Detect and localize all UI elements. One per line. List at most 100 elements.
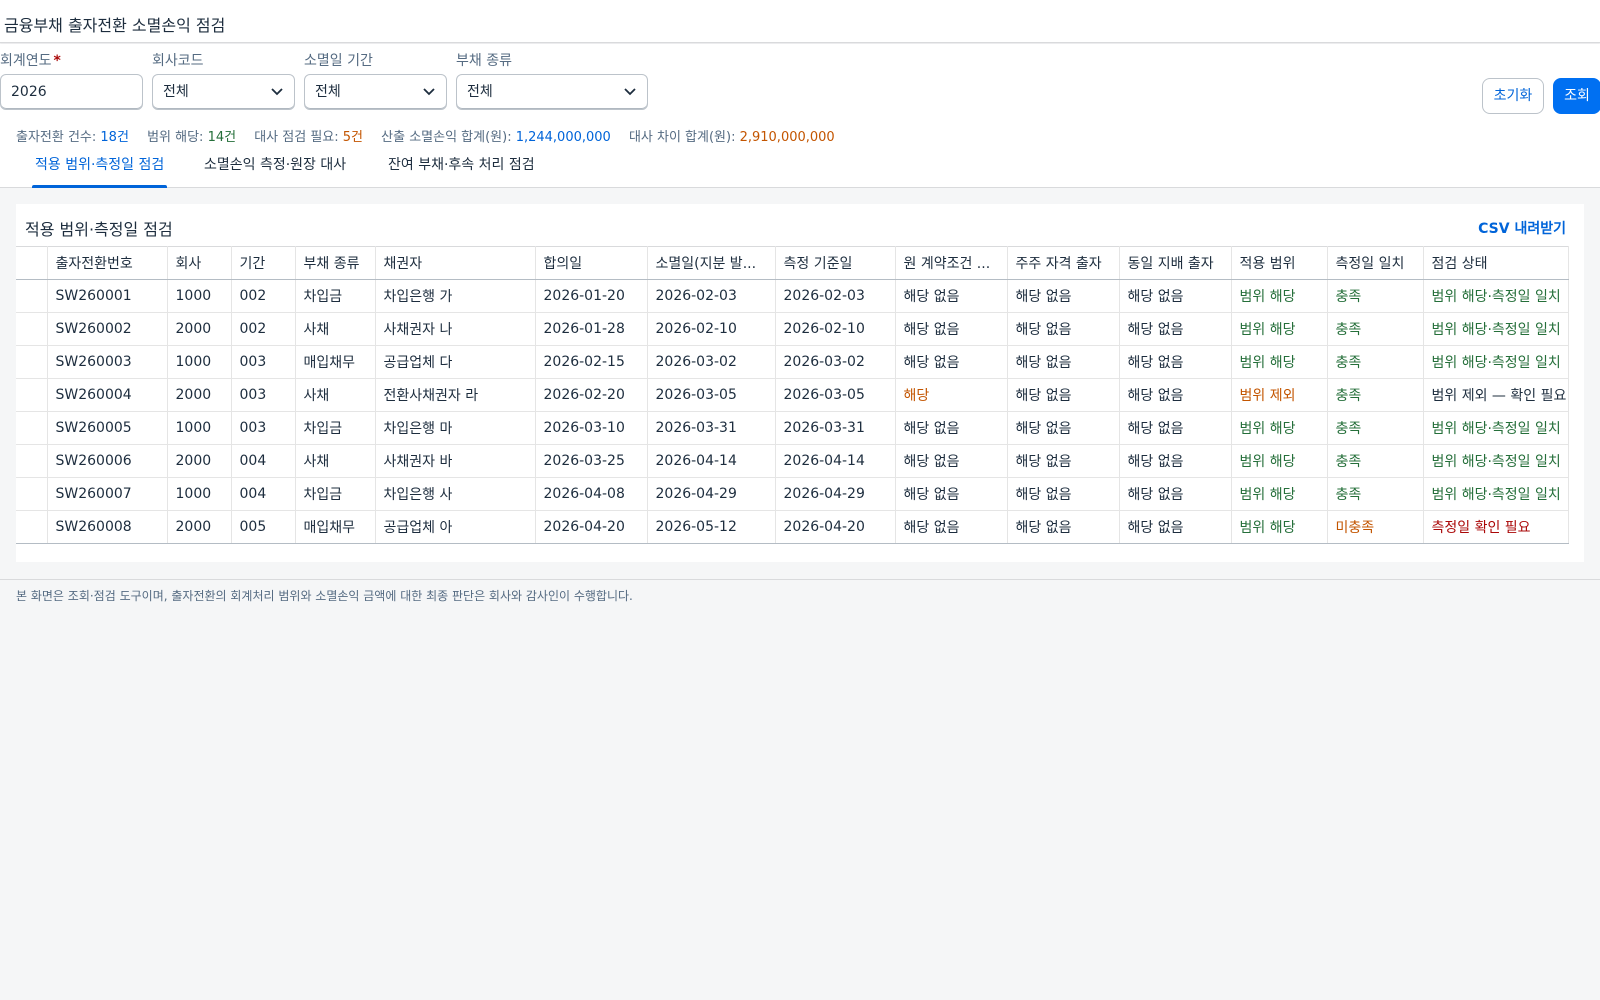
table-row[interactable]: SW260003 1000 003 매입채무 공급업체 다 2026-02-15 2026-… (16, 345, 1569, 379)
row-selector[interactable] (16, 444, 48, 478)
select-value: 전체 (467, 84, 493, 100)
tab-residual-liability[interactable]: 잔여 부채·후속 처리 점검 (385, 144, 538, 188)
column-header-scope[interactable]: 적용 범위 (1231, 246, 1328, 280)
cell-original-terms: 해당 없음 (895, 312, 1008, 346)
reset-button[interactable]: 초기화 (1482, 78, 1544, 114)
column-header-creditor[interactable]: 채권자 (375, 246, 536, 280)
cell-agreement-date: 2026-01-20 (535, 279, 648, 313)
column-header-extinguish-date[interactable]: 소멸일(지분 발... (647, 246, 776, 280)
liability-type-select[interactable]: 전체 (456, 74, 648, 110)
filter-fiscal-year: 회계연도 * 2026 (0, 52, 143, 110)
cell-scope: 범위 해당 (1231, 411, 1328, 445)
row-selector[interactable] (16, 378, 48, 412)
cell-company: 2000 (167, 312, 232, 346)
row-selector[interactable] (16, 279, 48, 313)
cell-measure-date: 2026-02-10 (775, 312, 896, 346)
scope-panel: 적용 범위·측정일 점검 CSV 내려받기 출자전환번호 회사 기간 부채 종류 채권자… (16, 204, 1584, 562)
cell-creditor: 전환사채권자 라 (375, 378, 536, 412)
cell-agreement-date: 2026-03-25 (535, 444, 648, 478)
cell-period: 003 (231, 378, 296, 412)
stat-value: 14건 (207, 130, 237, 145)
panel-title: 적용 범위·측정일 점검 (25, 220, 173, 239)
company-code-select[interactable]: 전체 (152, 74, 295, 110)
cell-measure-date: 2026-03-02 (775, 345, 896, 379)
cell-agreement-date: 2026-04-20 (535, 510, 648, 544)
column-header-liability-type[interactable]: 부채 종류 (295, 246, 376, 280)
column-header-original-terms[interactable]: 원 계약조건 ... (895, 246, 1008, 280)
tab-scope-measurement[interactable]: 적용 범위·측정일 점검 (32, 144, 168, 188)
column-header-agreement-date[interactable]: 합의일 (535, 246, 648, 280)
column-header-status[interactable]: 점검 상태 (1423, 246, 1569, 280)
cell-company: 1000 (167, 411, 232, 445)
tab-gain-loss-reconciliation[interactable]: 소멸손익 측정·원장 대사 (201, 144, 349, 188)
cell-common-control: 해당 없음 (1119, 411, 1232, 445)
extinguish-period-select[interactable]: 전체 (304, 74, 447, 110)
table-row[interactable]: SW260005 1000 003 차입금 차입은행 마 2026-03-10 2026-0… (16, 411, 1569, 445)
cell-original-terms: 해당 없음 (895, 345, 1008, 379)
cell-common-control: 해당 없음 (1119, 444, 1232, 478)
row-selector[interactable] (16, 510, 48, 544)
cell-liability-type: 사채 (295, 444, 376, 478)
filter-label: 회계연도 (0, 53, 52, 69)
cell-status: 범위 제외 — 확인 필요 (1423, 378, 1569, 412)
table-row[interactable]: SW260002 2000 002 사채 사채권자 나 2026-01-28 2026-02… (16, 312, 1569, 346)
tab-bar: 적용 범위·측정일 점검 소멸손익 측정·원장 대사 잔여 부채·후속 처리 점… (0, 144, 1600, 188)
app-title: 금융부채 출자전환 소멸손익 점검 (4, 16, 226, 35)
table-row[interactable]: SW260006 2000 004 사채 사채권자 바 2026-03-25 2026-04… (16, 444, 1569, 478)
table-row[interactable]: SW260001 1000 002 차입금 차입은행 가 2026-01-20 2026-0… (16, 279, 1569, 313)
scope-table: 출자전환번호 회사 기간 부채 종류 채권자 합의일 소멸일(지분 발... 측정 기준일 원 … (16, 246, 1569, 544)
shell-bar: 금융부채 출자전환 소멸손익 점검 (0, 0, 1600, 43)
filter-liability-type: 부채 종류 전체 (456, 52, 648, 110)
column-header-company[interactable]: 회사 (167, 246, 232, 280)
table-scroll-area[interactable]: 출자전환번호 회사 기간 부채 종류 채권자 합의일 소멸일(지분 발... 측정 기준일 원 … (16, 246, 1584, 562)
search-button[interactable]: 조회 (1553, 78, 1600, 114)
select-value: 전체 (163, 84, 189, 100)
cell-status: 범위 해당·측정일 일치 (1423, 312, 1569, 346)
column-header-date-match[interactable]: 측정일 일치 (1327, 246, 1424, 280)
row-selector[interactable] (16, 411, 48, 445)
cell-original-terms: 해당 없음 (895, 510, 1008, 544)
cell-creditor: 공급업체 다 (375, 345, 536, 379)
column-header-shareholder[interactable]: 주주 자격 출자 (1007, 246, 1120, 280)
table-row[interactable]: SW260007 1000 004 차입금 차입은행 사 2026-04-08 2026-0… (16, 477, 1569, 511)
cell-liability-type: 사채 (295, 378, 376, 412)
cell-scope: 범위 해당 (1231, 279, 1328, 313)
row-selector[interactable] (16, 312, 48, 346)
cell-agreement-date: 2026-02-20 (535, 378, 648, 412)
cell-shareholder: 해당 없음 (1007, 444, 1120, 478)
cell-common-control: 해당 없음 (1119, 345, 1232, 379)
stat-in-scope: 범위 해당: 14건 (147, 130, 237, 145)
cell-shareholder: 해당 없음 (1007, 312, 1120, 346)
cell-shareholder: 해당 없음 (1007, 510, 1120, 544)
column-header-swap-no[interactable]: 출자전환번호 (47, 246, 168, 280)
cell-measure-date: 2026-02-03 (775, 279, 896, 313)
chevron-down-icon (423, 88, 435, 96)
row-selector[interactable] (16, 477, 48, 511)
cell-extinguish-date: 2026-03-02 (647, 345, 776, 379)
table-row[interactable]: SW260008 2000 005 매입채무 공급업체 아 2026-04-20 2026-… (16, 510, 1569, 544)
column-header-measure-date[interactable]: 측정 기준일 (775, 246, 896, 280)
cell-scope: 범위 해당 (1231, 345, 1328, 379)
csv-download-link[interactable]: CSV 내려받기 (1478, 218, 1566, 238)
column-header-select[interactable] (16, 246, 48, 280)
cell-swap-no: SW260007 (47, 477, 168, 511)
column-header-period[interactable]: 기간 (231, 246, 296, 280)
stat-swap-count: 출자전환 건수: 18건 (16, 130, 129, 145)
cell-shareholder: 해당 없음 (1007, 378, 1120, 412)
fiscal-year-input[interactable]: 2026 (0, 74, 143, 110)
cell-extinguish-date: 2026-02-03 (647, 279, 776, 313)
cell-extinguish-date: 2026-02-10 (647, 312, 776, 346)
cell-date-match: 충족 (1327, 378, 1424, 412)
cell-liability-type: 차입금 (295, 411, 376, 445)
chevron-down-icon (271, 88, 283, 96)
cell-common-control: 해당 없음 (1119, 477, 1232, 511)
cell-creditor: 사채권자 바 (375, 444, 536, 478)
cell-shareholder: 해당 없음 (1007, 345, 1120, 379)
table-row[interactable]: SW260004 2000 003 사채 전환사채권자 라 2026-02-20 2026-… (16, 378, 1569, 412)
table-header-row: 출자전환번호 회사 기간 부채 종류 채권자 합의일 소멸일(지분 발... 측정 기준일 원 … (16, 246, 1569, 280)
cell-date-match: 충족 (1327, 411, 1424, 445)
row-selector[interactable] (16, 345, 48, 379)
cell-common-control: 해당 없음 (1119, 510, 1232, 544)
column-header-common-control[interactable]: 동일 지배 출자 (1119, 246, 1232, 280)
cell-scope: 범위 해당 (1231, 510, 1328, 544)
